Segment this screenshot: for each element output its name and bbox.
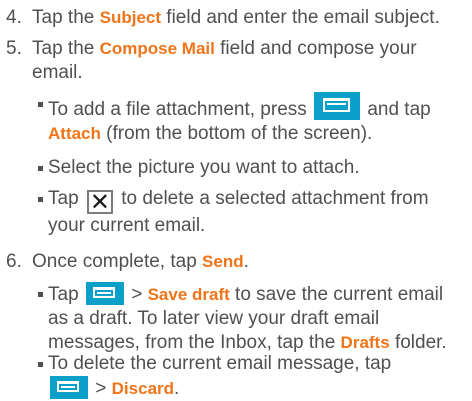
step-number: 4. bbox=[6, 7, 22, 28]
bullet-dot bbox=[38, 166, 43, 171]
send-button-label: Send bbox=[202, 252, 244, 271]
bullet-text: Tap ✕ to delete a selected attachment fr… bbox=[48, 188, 429, 236]
bullet-text: To delete the current email message, tap… bbox=[48, 353, 392, 399]
compose-mail-field-label: Compose Mail bbox=[99, 39, 215, 58]
drafts-folder-label: Drafts bbox=[340, 333, 390, 352]
bullet-text: Select the picture you want to attach. bbox=[48, 157, 360, 178]
close-x-icon: ✕ bbox=[86, 190, 113, 215]
bullet-dot bbox=[38, 292, 43, 297]
menu-key-icon bbox=[314, 92, 361, 120]
step-text: Tap the Subject field and enter the emai… bbox=[32, 7, 440, 28]
menu-key-icon bbox=[85, 282, 124, 305]
bullet-text: To add a file attachment, press and tap … bbox=[48, 92, 468, 146]
bullet-text: Tap > Save draft to save the current ema… bbox=[48, 282, 447, 353]
bullet-dot bbox=[38, 102, 43, 107]
save-draft-option-label: Save draft bbox=[147, 285, 230, 304]
discard-option-label: Discard bbox=[111, 379, 175, 398]
step-number: 5. bbox=[6, 38, 22, 59]
step-number: 6. bbox=[6, 251, 22, 272]
subject-field-label: Subject bbox=[99, 8, 162, 27]
step-text: Once complete, tap Send. bbox=[32, 251, 249, 272]
bullet-dot bbox=[38, 362, 43, 367]
attach-option-label: Attach bbox=[48, 124, 101, 143]
bullet-dot bbox=[38, 197, 43, 202]
menu-key-icon bbox=[50, 376, 88, 399]
step-text: Tap the Compose Mail field and compose y… bbox=[32, 38, 417, 83]
